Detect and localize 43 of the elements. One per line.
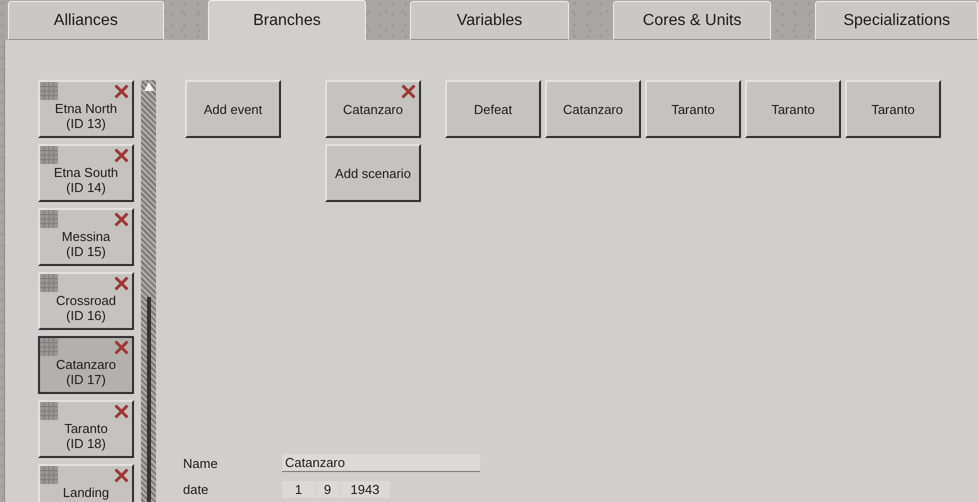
- outcome-button[interactable]: Defeat: [445, 80, 541, 138]
- close-icon[interactable]: [113, 211, 130, 228]
- tab[interactable]: Alliances: [8, 1, 164, 40]
- close-icon[interactable]: [113, 467, 130, 484]
- texture-icon: [40, 274, 58, 292]
- branch-item[interactable]: Etna North (ID 13): [38, 80, 134, 138]
- add-scenario-button[interactable]: Add scenario: [325, 144, 421, 202]
- outcome-button[interactable]: Taranto: [845, 80, 941, 138]
- close-icon[interactable]: [400, 83, 417, 100]
- close-icon[interactable]: [113, 339, 130, 356]
- tab[interactable]: Variables: [410, 1, 569, 40]
- scrollbar[interactable]: [141, 80, 156, 502]
- texture-icon: [40, 82, 58, 100]
- up-arrow-icon[interactable]: [144, 82, 154, 91]
- branch-item[interactable]: Catanzaro (ID 17): [38, 336, 134, 394]
- tab[interactable]: Cores & Units: [612, 1, 772, 40]
- branch-item[interactable]: Messina (ID 15): [38, 208, 134, 266]
- texture-icon: [40, 338, 58, 356]
- date-field[interactable]: 1943: [340, 481, 390, 498]
- tab[interactable]: Specializations: [815, 1, 978, 40]
- outcome-button[interactable]: Catanzaro: [545, 80, 641, 138]
- texture-icon: [40, 146, 58, 164]
- name-field[interactable]: Catanzaro: [282, 454, 480, 472]
- close-icon[interactable]: [113, 403, 130, 420]
- texture-icon: [40, 210, 58, 228]
- close-icon[interactable]: [113, 275, 130, 292]
- branch-item[interactable]: Crossroad (ID 16): [38, 272, 134, 330]
- outcome-button[interactable]: Taranto: [745, 80, 841, 138]
- date-label: date: [183, 482, 210, 497]
- add-event-button[interactable]: Add event: [185, 80, 281, 138]
- scenario-button[interactable]: Catanzaro: [325, 80, 421, 138]
- branch-item[interactable]: Etna South (ID 14): [38, 144, 134, 202]
- tab[interactable]: Branches: [208, 0, 366, 40]
- texture-icon: [40, 466, 58, 484]
- outcome-button[interactable]: Taranto: [645, 80, 741, 138]
- branch-item[interactable]: Taranto (ID 18): [38, 400, 134, 458]
- close-icon[interactable]: [113, 147, 130, 164]
- close-icon[interactable]: [113, 83, 130, 100]
- date-field[interactable]: 9: [316, 481, 339, 498]
- branch-item[interactable]: Landing: [38, 464, 134, 502]
- name-label: Name: [183, 456, 219, 470]
- texture-icon: [40, 402, 58, 420]
- date-field[interactable]: 1: [282, 481, 315, 498]
